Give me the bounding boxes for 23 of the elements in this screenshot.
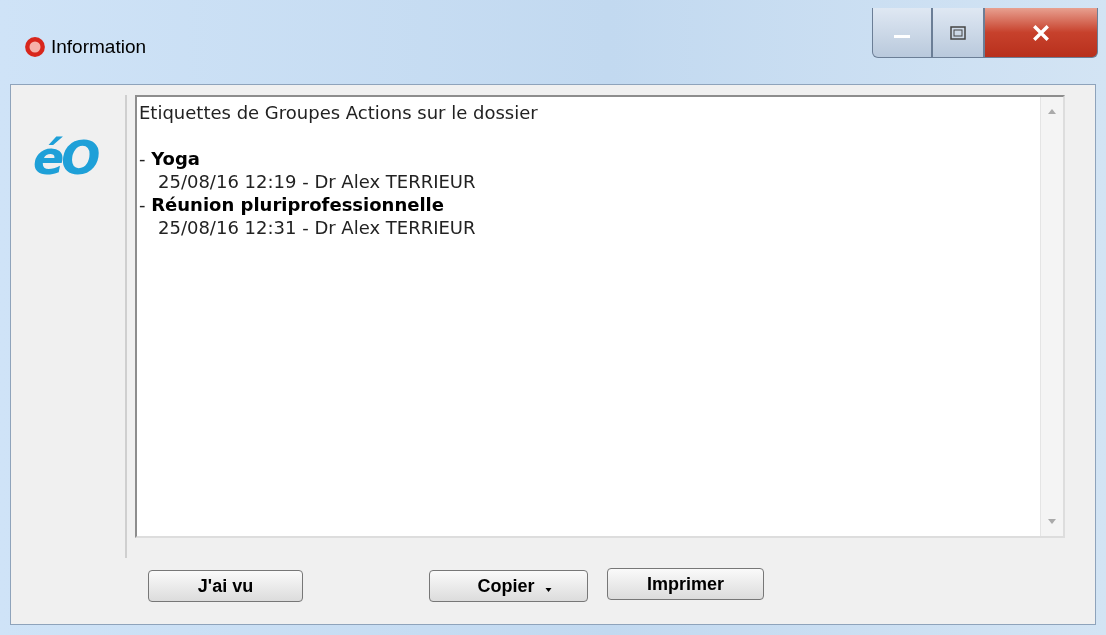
minimize-button[interactable] xyxy=(872,8,932,58)
group-detail: 25/08/16 12:31 - Dr Alex TERRIEUR xyxy=(157,216,477,239)
caret-icon xyxy=(544,588,552,592)
bullet-dash: - xyxy=(139,194,146,215)
scrollbar[interactable] xyxy=(1040,97,1063,536)
action-button[interactable]: Imprimer xyxy=(607,568,764,600)
maximize-icon xyxy=(950,25,966,40)
copy-dropdown-button[interactable]: Copier xyxy=(429,570,588,602)
close-button[interactable] xyxy=(984,8,1098,58)
logo: éO xyxy=(33,131,98,185)
maximize-button[interactable] xyxy=(932,8,984,58)
message-heading: Etiquettes de Groupes Actions sur le dossier xyxy=(139,101,539,124)
group-detail: 25/08/16 12:19 - Dr Alex TERRIEUR xyxy=(157,170,477,193)
action-button[interactable]: J'ai vu xyxy=(148,570,303,602)
minimize-icon xyxy=(894,35,910,38)
window-title: Information xyxy=(51,36,147,58)
scroll-down-icon[interactable] xyxy=(1048,519,1056,524)
app-icon xyxy=(24,36,46,58)
scroll-up-icon[interactable] xyxy=(1048,109,1056,114)
group-label: Réunion pluriprofessionnelle xyxy=(151,194,444,215)
close-icon xyxy=(1032,24,1050,41)
bullet-dash: - xyxy=(139,148,146,169)
group-label: Yoga xyxy=(151,148,200,169)
